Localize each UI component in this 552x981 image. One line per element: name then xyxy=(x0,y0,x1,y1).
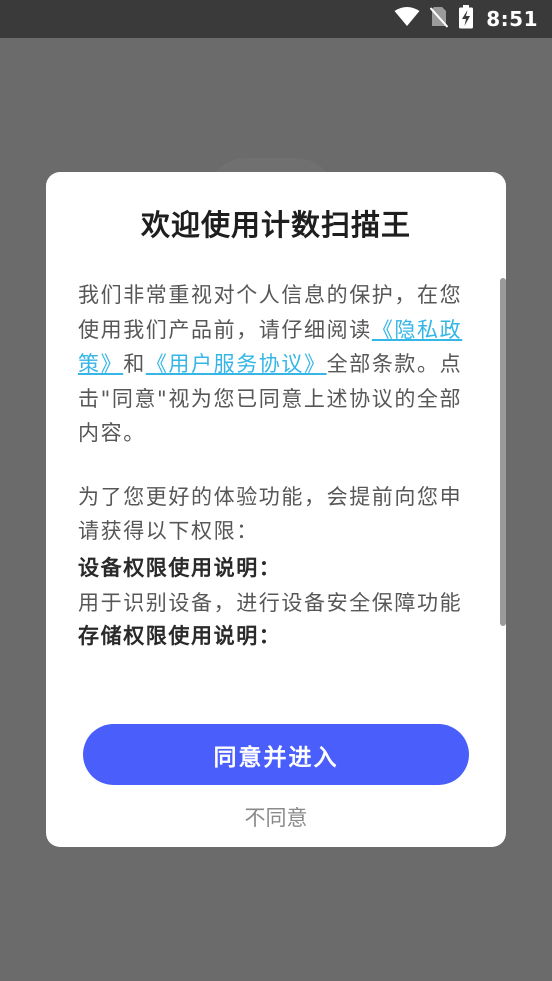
user-agreement-link[interactable]: 《用户服务协议》 xyxy=(146,352,327,376)
dialog-scroll-area[interactable]: 我们非常重视对个人信息的保护，在您使用我们产品前，请仔细阅读《隐私政策》和《用户… xyxy=(46,274,506,674)
no-sim-icon xyxy=(430,6,449,32)
intro-paragraph: 我们非常重视对个人信息的保护，在您使用我们产品前，请仔细阅读《隐私政策》和《用户… xyxy=(78,278,473,451)
status-time: 8:51 xyxy=(486,7,538,31)
scrollbar[interactable] xyxy=(500,278,506,626)
storage-permission-title: 存储权限使用说明： xyxy=(78,624,282,648)
status-icons: 8:51 xyxy=(394,0,538,38)
dialog-title: 欢迎使用计数扫描王 xyxy=(140,208,411,242)
permissions-intro: 为了您更好的体验功能，会提前向您申请获得以下权限： xyxy=(78,484,463,544)
agree-button[interactable]: 同意并进入 xyxy=(83,724,469,785)
wifi-icon xyxy=(394,7,420,31)
device-permission-title: 设备权限使用说明： xyxy=(78,555,282,580)
status-bar: 8:51 xyxy=(0,0,552,38)
intro-and-text: 和 xyxy=(123,352,146,376)
device-permission-desc: 用于识别设备，进行设备安全保障功能 xyxy=(78,591,463,615)
battery-charging-icon xyxy=(458,5,474,33)
privacy-dialog: 欢迎使用计数扫描王 我们非常重视对个人信息的保护，在您使用我们产品前，请仔细阅读… xyxy=(46,172,506,847)
disagree-button[interactable]: 不同意 xyxy=(196,800,356,834)
dialog-content: 我们非常重视对个人信息的保护，在您使用我们产品前，请仔细阅读《隐私政策》和《用户… xyxy=(78,278,473,654)
